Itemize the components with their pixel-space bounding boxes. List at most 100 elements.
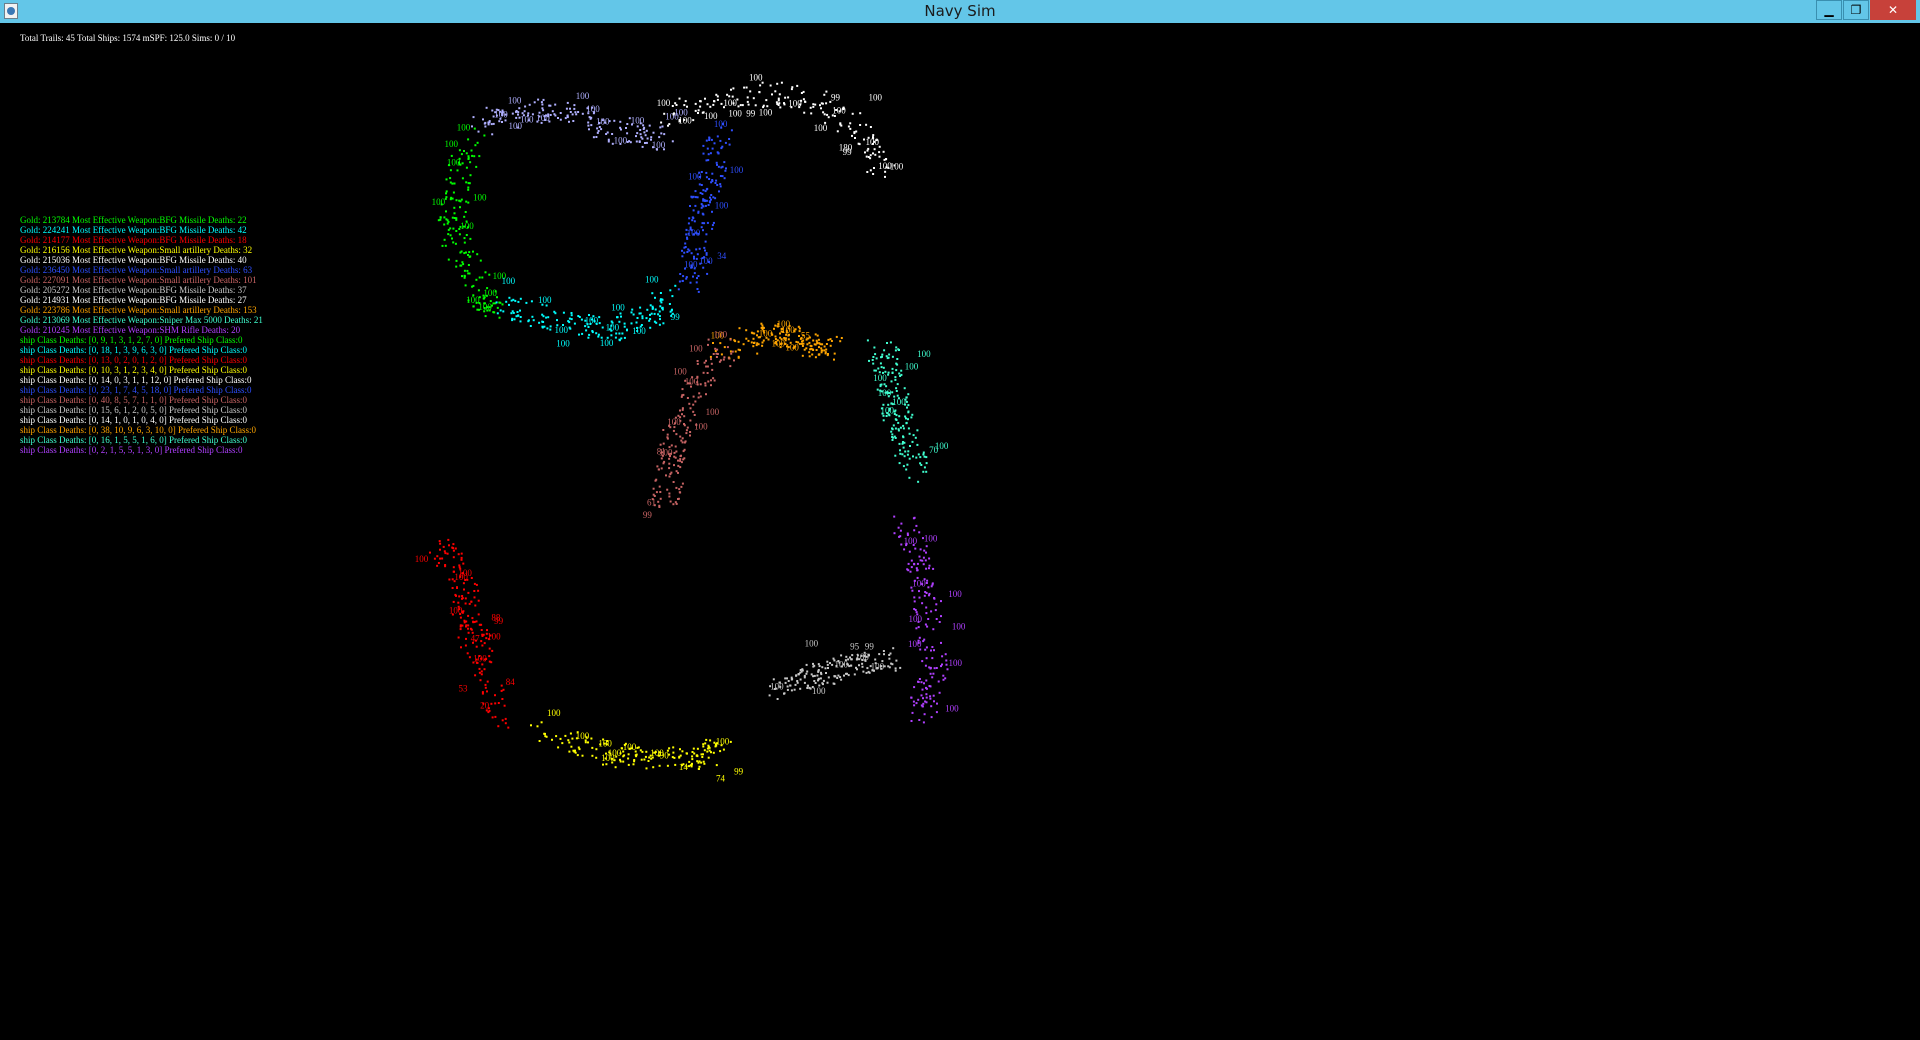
ship-dot <box>698 760 701 763</box>
ship-dot <box>460 646 462 649</box>
ship-dot <box>696 253 699 256</box>
ship-dot <box>443 238 446 241</box>
ship-dot <box>827 338 830 341</box>
title-bar[interactable]: Navy Sim ▁ ❐ ✕ <box>0 0 1920 23</box>
ship-dot <box>653 320 656 323</box>
ship-dot <box>484 271 487 274</box>
ship-dot <box>893 413 896 415</box>
ship-dot <box>820 671 822 674</box>
ship-dot <box>502 688 505 691</box>
ship-dot <box>623 325 626 328</box>
ship-dot <box>933 649 935 652</box>
ship-dot <box>681 388 684 391</box>
ship-dot <box>728 143 731 146</box>
ship-dot <box>683 251 686 254</box>
ship-dot <box>894 669 897 672</box>
ship-dot <box>447 538 450 541</box>
team-gold-line: Gold: 215036 Most Effective Weapon:BFG M… <box>20 255 247 265</box>
ship-dot <box>906 453 909 456</box>
ship-dot <box>482 118 484 121</box>
ship-dot <box>663 112 666 115</box>
ship-dot <box>899 375 902 377</box>
ship-dot <box>827 676 830 679</box>
ship-dot <box>675 433 678 436</box>
ship-dot <box>488 647 491 650</box>
ship-dot <box>908 550 911 553</box>
ship-dot <box>477 289 480 292</box>
ship-dot <box>481 692 484 695</box>
battlefield-canvas[interactable]: 100100100100100100100100100100100100 1001… <box>0 23 1920 1040</box>
ship-dot <box>444 552 447 555</box>
ship-dot <box>703 246 706 249</box>
ship-dot <box>712 103 715 106</box>
ship-dot <box>925 612 928 615</box>
ship-dot <box>660 132 663 135</box>
ship-dot <box>774 90 777 93</box>
ship-dot <box>705 252 708 255</box>
ship-health-label: 100 <box>855 652 869 662</box>
ship-class-deaths-line: ship Class Deaths: [0, 38, 10, 9, 6, 3, … <box>20 425 256 435</box>
ship-dot <box>707 343 709 346</box>
ship-dot <box>445 192 447 195</box>
ship-dot <box>820 347 823 350</box>
ship-dot <box>729 740 732 743</box>
ship-dot <box>512 311 515 314</box>
ship-dot <box>661 298 664 301</box>
ship-dot <box>675 470 678 473</box>
ship-dot <box>463 237 466 240</box>
ship-dot <box>902 446 905 449</box>
ship-dot <box>488 273 491 276</box>
ship-dot <box>564 117 567 120</box>
ship-dot <box>495 301 498 304</box>
ship-dot <box>878 653 881 656</box>
ship-dot <box>620 337 623 340</box>
ship-dot <box>932 628 935 631</box>
ship-dot <box>645 141 648 144</box>
ship-dot <box>460 558 463 561</box>
ship-dot <box>928 564 931 567</box>
ship-dot <box>903 548 906 551</box>
ship-dot <box>801 354 804 357</box>
ship-dot <box>894 376 897 379</box>
ship-dot <box>928 594 930 597</box>
ship-dot <box>705 188 708 191</box>
ship-dot <box>814 333 817 336</box>
ship-dot <box>679 466 682 469</box>
ship-dot <box>456 169 459 172</box>
ship-dot <box>545 316 548 319</box>
ship-dot <box>668 123 671 126</box>
restore-button[interactable]: ❐ <box>1843 0 1869 20</box>
ship-dot <box>498 120 501 123</box>
ship-health-label: 100 <box>487 632 501 642</box>
ship-dot <box>477 130 480 133</box>
ship-dot <box>882 366 885 369</box>
ship-dot <box>646 137 649 140</box>
ship-dot <box>737 348 740 351</box>
ship-dot <box>745 329 748 332</box>
ship-dot <box>577 746 580 749</box>
ship-dot <box>824 667 827 670</box>
ship-health-label: 100 <box>878 161 892 171</box>
ship-dot <box>925 693 928 696</box>
ship-dot <box>517 111 520 114</box>
ship-dot <box>675 450 678 453</box>
ship-dot <box>865 155 868 158</box>
ship-dot <box>874 658 877 661</box>
close-button[interactable]: ✕ <box>1870 0 1916 20</box>
ship-dot <box>459 206 461 209</box>
ship-dot <box>463 150 465 152</box>
ship-dot <box>916 443 919 446</box>
team-gold-line: Gold: 213784 Most Effective Weapon:BFG M… <box>20 215 247 225</box>
ship-dot <box>712 377 715 380</box>
ship-dot <box>837 674 840 677</box>
ship-dot <box>517 300 520 303</box>
ship-dot <box>812 675 815 678</box>
ship-dot <box>925 567 928 570</box>
ship-dot <box>923 713 926 716</box>
ship-dot <box>686 105 688 108</box>
minimize-button[interactable]: ▁ <box>1816 0 1842 20</box>
ship-dot <box>919 462 922 465</box>
ship-dot <box>501 303 504 306</box>
ship-dot <box>541 325 544 328</box>
ship-health-label: 100 <box>611 303 625 313</box>
